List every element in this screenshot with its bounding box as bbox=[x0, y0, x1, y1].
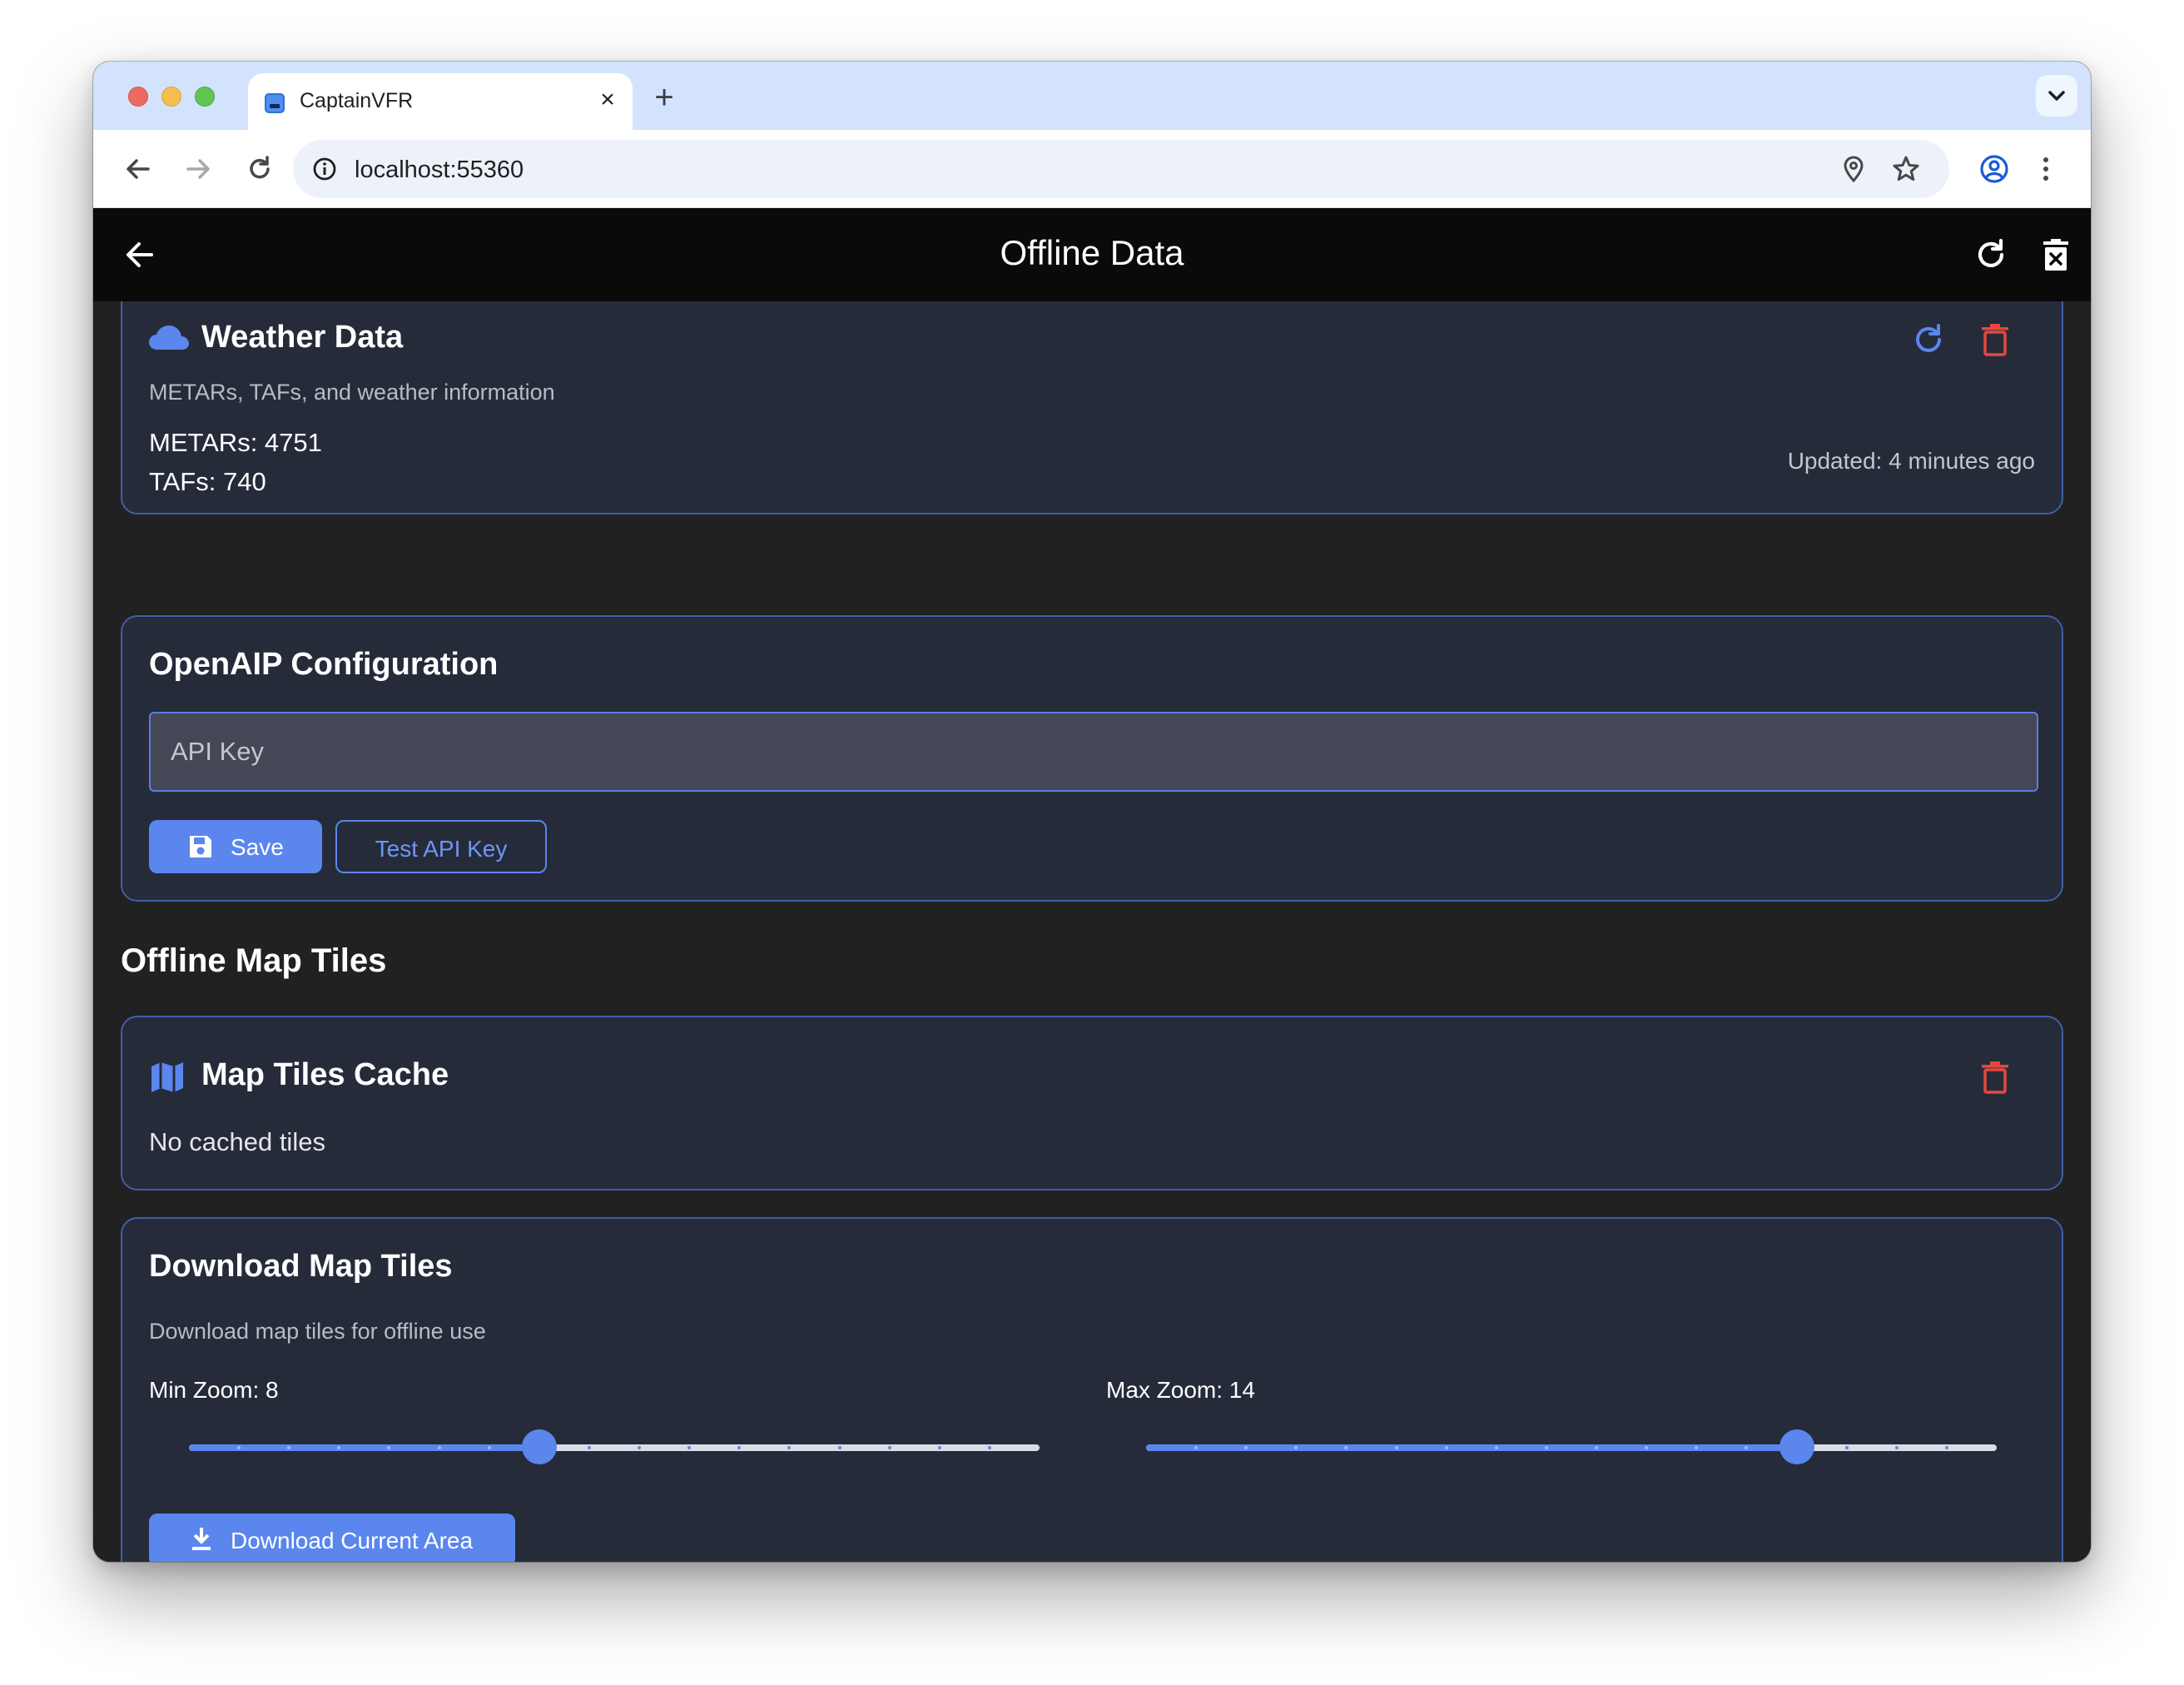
min-zoom-slider-fill bbox=[189, 1444, 539, 1451]
arrow-left-icon bbox=[127, 159, 150, 179]
map-tiles-cache-card: Map Tiles Cache No cached tiles bbox=[121, 1016, 2063, 1190]
weather-data-card: Weather Data METARs, TAFs, and weather i… bbox=[121, 301, 2063, 514]
slider-step-tick bbox=[1444, 1446, 1448, 1449]
min-zoom-slider[interactable] bbox=[189, 1429, 1040, 1464]
download-map-tiles-card: Download Map Tiles Download map tiles fo… bbox=[121, 1217, 2063, 1562]
weather-updated-time: Updated: 4 minutes ago bbox=[1787, 448, 2035, 474]
profile-button[interactable] bbox=[1974, 149, 2014, 189]
api-key-input[interactable]: API Key bbox=[149, 712, 2038, 792]
slider-step-tick bbox=[1494, 1446, 1498, 1449]
refresh-weather-button[interactable] bbox=[1910, 321, 1947, 358]
app-bar: Offline Data bbox=[93, 208, 2091, 301]
location-pin-icon[interactable] bbox=[1839, 155, 1868, 183]
trash-icon bbox=[1982, 1061, 2008, 1094]
forward-button[interactable] bbox=[178, 149, 218, 189]
address-bar[interactable]: localhost:55360 bbox=[293, 140, 1949, 198]
browser-tab[interactable]: CaptainVFR × bbox=[248, 73, 633, 130]
offline-map-tiles-heading: Offline Map Tiles bbox=[121, 942, 387, 979]
openaip-card-title: OpenAIP Configuration bbox=[149, 647, 499, 682]
min-zoom-slider-thumb[interactable] bbox=[521, 1429, 557, 1464]
max-zoom-slider[interactable] bbox=[1146, 1429, 1997, 1464]
tab-strip: CaptainVFR × + bbox=[93, 62, 2091, 130]
download-icon bbox=[192, 1528, 211, 1550]
max-zoom-label: Max Zoom: 14 bbox=[1106, 1377, 1255, 1403]
openaip-config-card: OpenAIP Configuration API Key Save Test … bbox=[121, 615, 2063, 902]
browser-window: CaptainVFR × + localhost:55360 Offline D… bbox=[93, 62, 2091, 1562]
refresh-icon bbox=[1916, 324, 1941, 352]
slider-step-tick bbox=[437, 1446, 441, 1449]
delete-map-cache-button[interactable] bbox=[1977, 1059, 2013, 1096]
more-vert-icon bbox=[2043, 157, 2048, 181]
back-button[interactable] bbox=[118, 149, 158, 189]
delete-forever-icon bbox=[2043, 239, 2068, 271]
slider-step-tick bbox=[1844, 1446, 1849, 1449]
maximize-window-button[interactable] bbox=[195, 87, 215, 107]
download-card-subtitle: Download map tiles for offline use bbox=[149, 1319, 486, 1344]
refresh-icon bbox=[1978, 238, 2004, 267]
close-icon[interactable]: × bbox=[593, 85, 623, 115]
slider-step-tick bbox=[1894, 1446, 1899, 1449]
floppy-icon bbox=[190, 836, 211, 857]
max-zoom-slider-fill bbox=[1146, 1444, 1797, 1451]
slider-step-tick bbox=[1944, 1446, 1948, 1449]
info-icon[interactable] bbox=[311, 156, 338, 182]
clear-all-button[interactable] bbox=[2033, 231, 2079, 278]
slider-step-tick bbox=[837, 1446, 841, 1449]
slider-step-tick bbox=[638, 1446, 642, 1449]
slider-step-tick bbox=[587, 1446, 591, 1449]
profile-icon bbox=[1980, 155, 2008, 183]
minimize-window-button[interactable] bbox=[161, 87, 181, 107]
tab-search-button[interactable] bbox=[2036, 75, 2077, 117]
trash-icon bbox=[1982, 324, 2008, 356]
favicon-icon bbox=[265, 93, 285, 113]
slider-step-tick bbox=[887, 1446, 891, 1449]
refresh-all-button[interactable] bbox=[1968, 231, 2014, 278]
arrow-right-icon bbox=[186, 159, 210, 179]
map-icon bbox=[151, 1062, 183, 1092]
cloud-icon bbox=[149, 326, 189, 350]
browser-toolbar: localhost:55360 bbox=[93, 130, 2091, 208]
download-button-label: Download Current Area bbox=[231, 1528, 474, 1553]
close-window-button[interactable] bbox=[128, 87, 148, 107]
browser-menu-button[interactable] bbox=[2026, 149, 2066, 189]
slider-step-tick bbox=[987, 1446, 991, 1449]
metars-count: METARs: 4751 bbox=[149, 428, 322, 457]
save-button[interactable]: Save bbox=[149, 820, 322, 873]
slider-step-tick bbox=[787, 1446, 792, 1449]
api-key-placeholder: API Key bbox=[171, 737, 264, 766]
download-card-title: Download Map Tiles bbox=[149, 1249, 453, 1284]
slider-step-tick bbox=[687, 1446, 692, 1449]
map-cache-status: No cached tiles bbox=[149, 1127, 325, 1156]
min-zoom-label: Min Zoom: 8 bbox=[149, 1377, 279, 1403]
delete-weather-button[interactable] bbox=[1977, 321, 2013, 358]
max-zoom-slider-thumb[interactable] bbox=[1779, 1429, 1814, 1464]
slider-step-tick bbox=[487, 1446, 491, 1449]
tafs-count: TAFs: 740 bbox=[149, 467, 266, 496]
save-button-label: Save bbox=[231, 834, 284, 860]
url-text[interactable]: localhost:55360 bbox=[355, 157, 524, 184]
test-api-key-button[interactable]: Test API Key bbox=[335, 820, 547, 873]
map-cache-title: Map Tiles Cache bbox=[201, 1057, 449, 1092]
slider-step-tick bbox=[1394, 1446, 1398, 1449]
weather-card-title: Weather Data bbox=[201, 320, 404, 355]
tab-title: CaptainVFR bbox=[300, 89, 414, 112]
page-title: Offline Data bbox=[1000, 233, 1184, 272]
slider-step-tick bbox=[937, 1446, 941, 1449]
weather-card-subtitle: METARs, TAFs, and weather information bbox=[149, 380, 555, 405]
download-current-area-button[interactable]: Download Current Area bbox=[149, 1514, 515, 1562]
chevron-down-icon bbox=[2048, 91, 2065, 101]
bookmark-star-icon[interactable] bbox=[1891, 154, 1921, 184]
reload-button[interactable] bbox=[240, 149, 280, 189]
offline-data-content[interactable]: Weather Data METARs, TAFs, and weather i… bbox=[93, 301, 2091, 1562]
slider-step-tick bbox=[1544, 1446, 1548, 1449]
new-tab-button[interactable]: + bbox=[649, 81, 679, 114]
reload-icon bbox=[250, 156, 270, 179]
slider-step-tick bbox=[737, 1446, 742, 1449]
test-api-key-label: Test API Key bbox=[375, 836, 508, 862]
